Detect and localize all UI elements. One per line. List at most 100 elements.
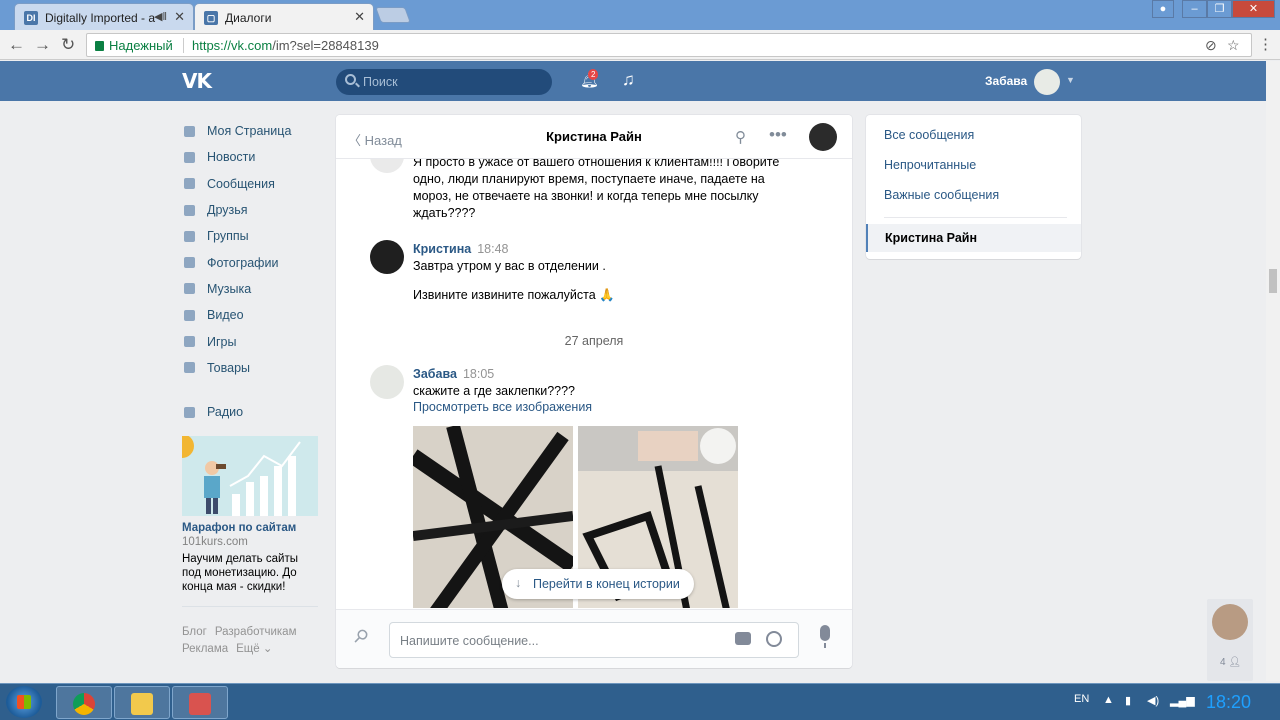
video-icon [182,309,197,322]
sidebar-item-video[interactable]: Видео [182,302,322,328]
growth-chart-illustration [182,436,301,516]
ad-text: Научим делать сайты под монетизацию. До … [182,553,298,593]
chat-header: 〈 Назад Кристина Райн ⚲ ••• [336,115,852,159]
speaker-mute-icon[interactable]: ◀‖ [154,10,167,23]
divider [183,38,184,53]
message-time: 18:48 [477,242,509,256]
vk-logo[interactable]: VK [182,69,212,93]
page-scrollbar[interactable] [1266,61,1280,681]
avatar[interactable] [370,365,404,399]
address-bar[interactable]: Надежный https://vk.com/im?sel=28848139 … [86,33,1252,57]
start-button[interactable] [6,686,42,718]
sidebar-item-music[interactable]: Музыка [182,276,322,302]
emoji-icon[interactable] [766,631,782,647]
vk-favicon-icon: ▢ [204,11,218,25]
sidebar-item-radio[interactable]: Радио [182,399,322,425]
sidebar-item-games[interactable]: Игры [182,328,322,354]
message-composer: ⚲ Напишите сообщение... [336,609,852,668]
footer-link-ads[interactable]: Реклама [182,643,228,655]
camera-icon[interactable] [735,632,751,645]
sidebar-item-friends[interactable]: Друзья [182,197,322,223]
ad-title[interactable]: Марафон по сайтам [182,522,318,534]
new-tab-button[interactable] [375,7,411,23]
user-profile-icon[interactable]: ● [1152,0,1174,18]
avatar[interactable] [1212,604,1248,640]
bookmark-star-icon[interactable]: ☆ [1227,37,1240,54]
sidebar-item-messages[interactable]: Сообщения [182,171,322,197]
filter-all-messages[interactable]: Все сообщения [884,128,974,142]
close-window-button[interactable]: ✕ [1232,0,1275,18]
filter-important[interactable]: Важные сообщения [884,188,999,202]
arrow-down-icon: ↓ [515,576,522,590]
message-text: Завтра утром у вас в отделении . [413,259,606,273]
tab-digitally-imported[interactable]: DI Digitally Imported - a ◀‖ ✕ [14,3,194,30]
tab-dialogs[interactable]: ▢ Диалоги ✕ [194,3,374,30]
folder-icon [131,693,153,715]
search-icon[interactable]: ⚲ [735,128,746,146]
footer-link-blog[interactable]: Блог [182,626,207,638]
language-indicator[interactable]: EN [1074,693,1089,705]
message-time: 18:05 [462,367,495,381]
games-icon [182,335,197,348]
attach-paperclip-icon[interactable]: ⚲ [349,624,372,648]
message-author[interactable]: Забава 18:05 [413,367,494,381]
volume-icon[interactable]: ◀) [1147,694,1159,707]
blocked-popup-icon[interactable]: ⊘ [1205,37,1217,54]
news-icon [182,151,197,164]
divider [182,606,318,607]
menu-dots-icon[interactable]: ⋮ [1258,35,1273,55]
filter-unread[interactable]: Непрочитанные [884,158,976,172]
message-filters: Все сообщения Непрочитанные Важные сообщ… [866,115,1081,259]
clock[interactable]: 18:20 [1206,692,1251,713]
browser-tab-bar: DI Digitally Imported - a ◀‖ ✕ ▢ Диалоги… [0,0,1280,30]
chat-bar[interactable]: 4 👤︎ [1207,599,1253,681]
date-divider: 27 апреля [564,334,624,348]
windows-logo-icon [17,695,31,709]
close-tab-icon[interactable]: ✕ [354,9,365,25]
network-icon[interactable]: ▂▄▆ [1170,694,1195,707]
taskbar-explorer[interactable] [114,686,170,719]
footer-link-developers[interactable]: Разработчикам [215,626,297,638]
taskbar-chrome[interactable] [56,686,112,719]
view-all-images-link[interactable]: Просмотреть все изображения [413,400,592,414]
active-conversation[interactable]: Кристина Райн [866,224,1081,252]
microphone-icon[interactable] [820,625,830,648]
maximize-button[interactable]: ❐ [1207,0,1232,18]
more-dots-icon[interactable]: ••• [769,125,787,145]
chevron-down-icon[interactable]: ▼ [1066,75,1075,85]
taskbar-app[interactable] [172,686,228,719]
sidebar-item-my-page[interactable]: Моя Страница [182,118,322,144]
jump-to-end-button[interactable]: ↓ Перейти в конец истории [502,569,694,599]
sidebar-item-goods[interactable]: Товары [182,355,322,381]
message-list[interactable]: Я просто в ужасе от вашего отношения к к… [336,159,852,608]
url-text[interactable]: https://vk.com/im?sel=28848139 [192,38,379,53]
reload-icon[interactable]: ↻ [61,35,75,55]
avatar[interactable] [1034,69,1060,95]
footer-link-more[interactable]: Ещё ⌄ [236,643,272,655]
music-icon[interactable]: ♫ [622,70,635,90]
user-name[interactable]: Забава [985,74,1027,88]
search-icon [345,74,356,85]
message-author[interactable]: Кристина 18:48 [413,242,509,256]
show-hidden-icons[interactable]: ▲ [1103,694,1114,706]
search-input[interactable]: Поиск [336,69,552,95]
sidebar-item-groups[interactable]: Группы [182,223,322,249]
message-text: Извините извините пожалуйста 🙏 [413,288,615,302]
ad-block[interactable]: Марафон по сайтам 101kurs.com Научим дел… [182,436,318,594]
message-input[interactable]: Напишите сообщение... [389,622,799,658]
secure-indicator[interactable]: Надежный [95,38,173,53]
minimize-button[interactable]: – [1182,0,1207,18]
tab-title: Digitally Imported - a [45,11,156,25]
home-icon [182,125,197,138]
avatar[interactable] [809,123,837,151]
battery-icon[interactable]: ▮ [1125,694,1131,707]
ad-domain: 101kurs.com [182,536,248,548]
scrollbar-thumb[interactable] [1269,269,1277,293]
forward-arrow-icon[interactable]: → [34,35,51,55]
back-arrow-icon[interactable]: ← [8,35,25,55]
avatar[interactable] [370,159,404,173]
close-tab-icon[interactable]: ✕ [174,9,185,25]
sidebar-item-news[interactable]: Новости [182,144,322,170]
avatar[interactable] [370,240,404,274]
sidebar-item-photos[interactable]: Фотографии [182,249,322,275]
